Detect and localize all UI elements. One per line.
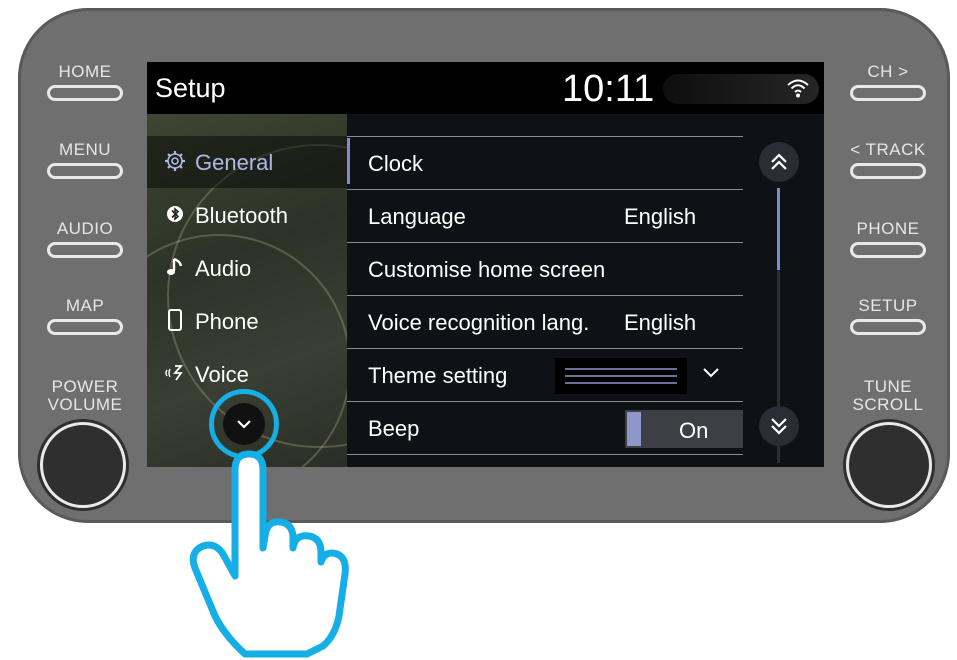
track-label: < TRACK <box>850 140 926 159</box>
page-title: Setup <box>155 73 226 103</box>
setting-row-language[interactable]: Language English <box>347 189 743 242</box>
audio-button[interactable] <box>47 242 123 258</box>
music-note-icon <box>167 257 183 275</box>
audio-label: AUDIO <box>56 219 114 238</box>
setting-row-beep[interactable]: Beep On <box>347 401 743 455</box>
tune-scroll-knob[interactable] <box>846 422 932 508</box>
scroll-down-button[interactable] <box>759 406 799 446</box>
setting-row-theme[interactable]: Theme setting <box>347 348 743 401</box>
double-chevron-down-icon <box>771 418 787 435</box>
volume-label: VOLUME <box>47 395 123 414</box>
setting-label: Customise home screen <box>368 257 606 282</box>
sidebar-item-label: General <box>195 150 274 175</box>
voice-icon <box>165 365 183 381</box>
ch-button[interactable] <box>850 85 926 101</box>
home-label: HOME <box>58 62 112 81</box>
map-button[interactable] <box>47 319 123 335</box>
track-button[interactable] <box>850 163 926 179</box>
gear-icon <box>165 151 185 171</box>
setting-label: Beep <box>368 416 420 441</box>
chevron-down-icon <box>237 420 251 429</box>
setting-row-clock[interactable]: Clock <box>347 136 743 189</box>
setting-row-customise-home-screen[interactable]: Customise home screen <box>347 242 743 295</box>
tune-label: TUNE <box>863 377 913 396</box>
beep-toggle[interactable]: On <box>625 410 743 448</box>
chevron-down-icon[interactable] <box>702 367 720 379</box>
phone-icon <box>168 309 182 331</box>
home-button[interactable] <box>47 85 123 101</box>
toggle-on-indicator <box>627 412 641 446</box>
sidebar-item-bluetooth[interactable]: Bluetooth <box>147 189 347 241</box>
wifi-icon <box>787 79 809 98</box>
bluetooth-icon <box>167 206 183 222</box>
phone-hw-label: PHONE <box>856 219 920 238</box>
menu-label: MENU <box>58 140 112 159</box>
setup-button[interactable] <box>850 319 926 335</box>
sidebar-item-label: Bluetooth <box>195 203 288 228</box>
setting-label: Theme setting <box>368 363 508 388</box>
pointing-hand-icon <box>189 450 349 658</box>
more-button-inner <box>223 403 265 445</box>
menu-button[interactable] <box>47 163 123 179</box>
power-volume-knob[interactable] <box>40 422 126 508</box>
theme-lines <box>565 368 677 384</box>
map-label: MAP <box>65 296 105 315</box>
power-label: POWER <box>51 377 119 396</box>
settings-list: Clock Language English Customise home sc… <box>347 114 824 467</box>
setup-label: SETUP <box>858 296 918 315</box>
sidebar-item-phone[interactable]: Phone <box>147 295 347 347</box>
status-bar: Setup 10:11 <box>147 62 824 114</box>
setting-label: Clock <box>368 151 424 176</box>
setting-row-voice-recognition[interactable]: Voice recognition lang. English <box>347 295 743 348</box>
double-chevron-up-icon <box>771 153 787 170</box>
theme-preview <box>555 358 687 394</box>
setting-label: Voice recognition lang. <box>368 310 590 335</box>
sidebar-item-label: Audio <box>195 256 252 281</box>
scroll-up-button[interactable] <box>759 142 799 182</box>
setting-value: English <box>624 310 697 335</box>
phone-hw-button[interactable] <box>850 242 926 258</box>
sidebar-item-label: Phone <box>195 309 259 334</box>
scrollbar-thumb[interactable] <box>777 188 780 270</box>
sidebar-item-audio[interactable]: Audio <box>147 242 347 294</box>
setting-label: Language <box>368 204 466 229</box>
toggle-label: On <box>679 418 709 443</box>
sidebar-item-label: Voice <box>195 362 249 387</box>
clock-time: 10:11 <box>562 68 655 110</box>
setting-value: English <box>624 204 697 229</box>
ch-label: CH > <box>867 62 909 81</box>
sidebar-item-general[interactable]: General <box>147 136 347 188</box>
scroll-label: SCROLL <box>852 395 924 414</box>
